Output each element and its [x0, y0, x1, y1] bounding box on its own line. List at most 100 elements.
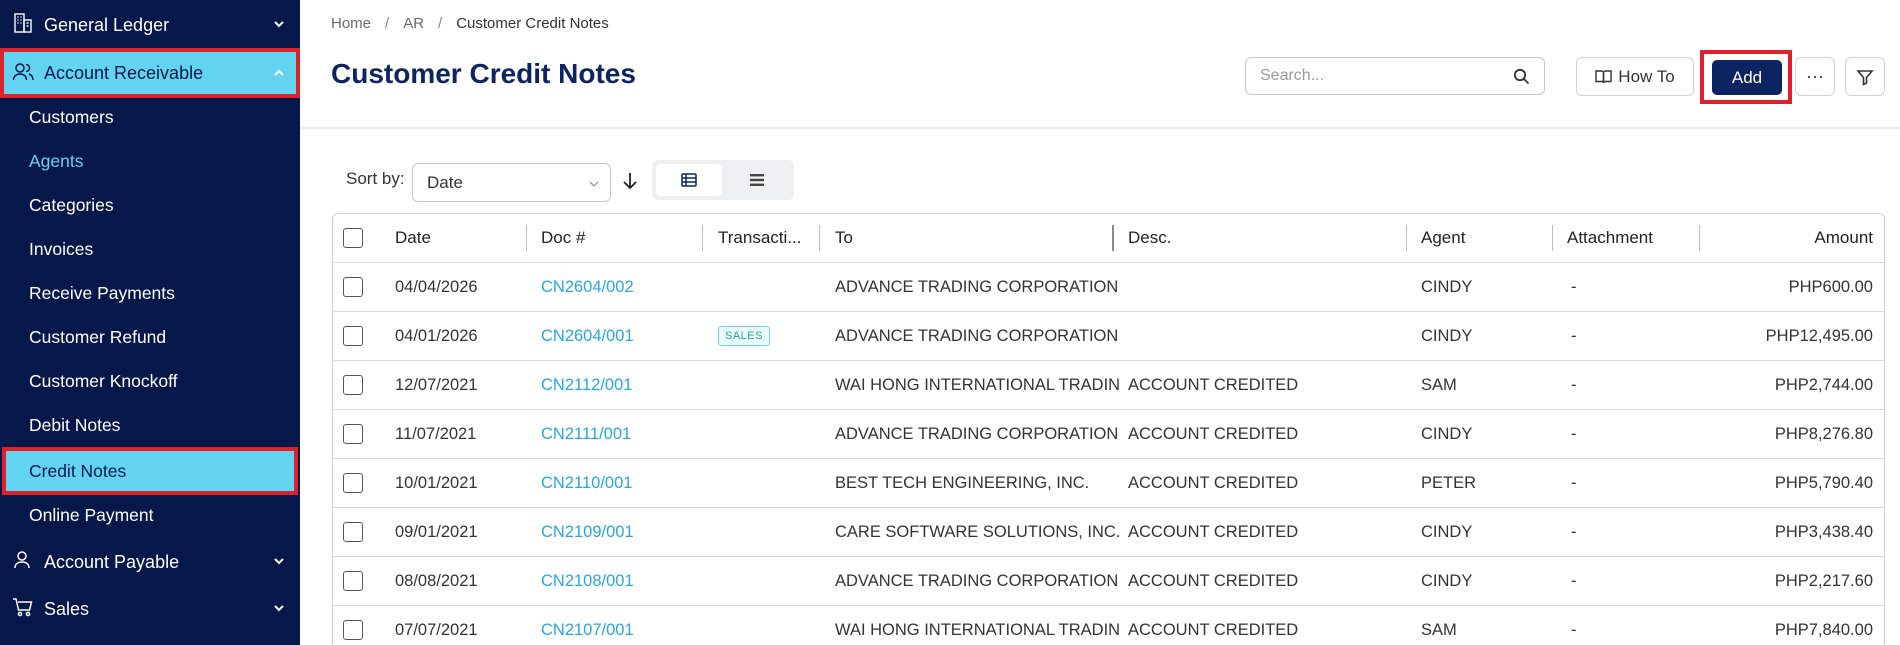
- column-divider[interactable]: [1552, 225, 1553, 251]
- header-divider: [300, 127, 1900, 129]
- row-checkbox[interactable]: [343, 424, 363, 444]
- row-checkbox[interactable]: [343, 571, 363, 591]
- row-checkbox[interactable]: [343, 620, 363, 640]
- sidebar-item-agents[interactable]: Agents: [0, 139, 300, 183]
- cell-transaction: [718, 410, 818, 458]
- column-divider[interactable]: [702, 225, 703, 251]
- sidebar-group-account-payable[interactable]: Account Payable: [0, 539, 300, 585]
- cell-date: 10/01/2021: [395, 473, 478, 492]
- select-all-checkbox[interactable]: [343, 228, 363, 248]
- list-view-button[interactable]: [724, 164, 790, 196]
- sidebar-group-sales[interactable]: Sales: [0, 586, 300, 632]
- column-header-date[interactable]: Date: [395, 214, 515, 262]
- column-header-desc[interactable]: Desc.: [1128, 214, 1398, 262]
- cell-doc-link[interactable]: CN2604/002: [541, 263, 701, 311]
- cell-agent: SAM: [1421, 620, 1457, 639]
- sidebar-item-credit-notes[interactable]: Credit Notes: [2, 447, 298, 495]
- chevron-down-icon: [274, 558, 284, 565]
- cell-date: 09/01/2021: [395, 522, 478, 541]
- cell-desc: ACCOUNT CREDITED: [1128, 375, 1299, 394]
- row-checkbox[interactable]: [343, 326, 363, 346]
- cell-doc-link[interactable]: CN2110/001: [541, 459, 701, 507]
- sidebar-item-invoices[interactable]: Invoices: [0, 227, 300, 271]
- table-row[interactable]: 07/07/2021 CN2107/001 WAI HONG INTERNATI…: [333, 606, 1884, 645]
- table-view-button[interactable]: [656, 164, 722, 196]
- cell-transaction: [718, 263, 818, 311]
- filter-button[interactable]: [1845, 57, 1885, 96]
- breadcrumb: Home / AR / Customer Credit Notes: [331, 15, 609, 32]
- table-row[interactable]: 10/01/2021 CN2110/001 BEST TECH ENGINEER…: [333, 459, 1884, 508]
- cell-doc-link[interactable]: CN2108/001: [541, 557, 701, 605]
- book-icon: [1595, 70, 1612, 84]
- chevron-down-icon: [274, 21, 284, 28]
- column-header-agent[interactable]: Agent: [1421, 214, 1541, 262]
- column-divider[interactable]: [1112, 225, 1114, 251]
- cell-doc-link[interactable]: CN2111/001: [541, 410, 701, 458]
- sort-select[interactable]: Date: [412, 163, 611, 202]
- breadcrumb-home[interactable]: Home: [331, 15, 371, 32]
- cell-doc-link[interactable]: CN2109/001: [541, 508, 701, 556]
- sidebar-item-categories[interactable]: Categories: [0, 183, 300, 227]
- sidebar-item-customer-knockoff[interactable]: Customer Knockoff: [0, 359, 300, 403]
- sidebar-item-customers[interactable]: Customers: [0, 95, 300, 139]
- arrow-down-icon[interactable]: [621, 171, 639, 191]
- search-icon[interactable]: [1513, 68, 1530, 85]
- cell-agent: SAM: [1421, 375, 1457, 394]
- column-divider[interactable]: [819, 225, 820, 251]
- cell-attachment: -: [1571, 473, 1577, 492]
- view-toggle: [652, 160, 794, 200]
- chevron-down-icon: [274, 605, 284, 612]
- sidebar-group-general-ledger[interactable]: General Ledger: [0, 2, 300, 48]
- user-icon: [14, 551, 30, 569]
- add-button-highlight: Add: [1700, 50, 1792, 104]
- cell-to: ADVANCE TRADING CORPORATION: [835, 326, 1119, 345]
- table-row[interactable]: 04/04/2026 CN2604/002 ADVANCE TRADING CO…: [333, 263, 1884, 312]
- table-row[interactable]: 09/01/2021 CN2109/001 CARE SOFTWARE SOLU…: [333, 508, 1884, 557]
- column-header-transaction[interactable]: Transacti...: [718, 214, 813, 262]
- cell-date: 04/01/2026: [395, 326, 478, 345]
- sidebar-item-receive-payments[interactable]: Receive Payments: [0, 271, 300, 315]
- cell-agent: CINDY: [1421, 277, 1473, 296]
- column-divider[interactable]: [526, 225, 527, 251]
- cell-desc: [1128, 312, 1398, 360]
- table-row[interactable]: 12/07/2021 CN2112/001 WAI HONG INTERNATI…: [333, 361, 1884, 410]
- cell-desc: ACCOUNT CREDITED: [1128, 473, 1299, 492]
- table-header: Date Doc # Transacti... To Desc. Agent A…: [333, 214, 1884, 263]
- table-row[interactable]: 08/08/2021 CN2108/001 ADVANCE TRADING CO…: [333, 557, 1884, 606]
- column-header-doc[interactable]: Doc #: [541, 214, 691, 262]
- table-view-icon: [681, 173, 697, 187]
- row-checkbox[interactable]: [343, 277, 363, 297]
- column-divider[interactable]: [1406, 225, 1407, 251]
- search-input[interactable]: [1246, 58, 1496, 94]
- table-row[interactable]: 11/07/2021 CN2111/001 ADVANCE TRADING CO…: [333, 410, 1884, 459]
- sidebar-item-customer-refund[interactable]: Customer Refund: [0, 315, 300, 359]
- sidebar-item-debit-notes[interactable]: Debit Notes: [0, 403, 300, 447]
- table-row[interactable]: 04/01/2026 CN2604/001 SALES ADVANCE TRAD…: [333, 312, 1884, 361]
- breadcrumb-ar[interactable]: AR: [403, 15, 424, 32]
- cell-to: CARE SOFTWARE SOLUTIONS, INC.: [835, 522, 1120, 541]
- credit-notes-table: Date Doc # Transacti... To Desc. Agent A…: [332, 213, 1885, 645]
- cell-attachment: -: [1571, 375, 1577, 394]
- sidebar-item-online-payment[interactable]: Online Payment: [0, 493, 300, 537]
- cell-attachment: -: [1571, 620, 1577, 639]
- row-checkbox[interactable]: [343, 522, 363, 542]
- cell-date: 11/07/2021: [395, 424, 477, 443]
- more-options-button[interactable]: ···: [1795, 57, 1835, 96]
- column-divider[interactable]: [1699, 225, 1700, 251]
- sidebar-group-account-receivable[interactable]: Account Receivable: [0, 48, 300, 98]
- cell-desc: ACCOUNT CREDITED: [1128, 424, 1299, 443]
- cell-agent: PETER: [1421, 473, 1477, 492]
- add-button[interactable]: Add: [1712, 60, 1782, 95]
- column-header-amount[interactable]: Amount: [1713, 214, 1873, 262]
- users-icon: [12, 63, 34, 81]
- cell-doc-link[interactable]: CN2604/001: [541, 312, 701, 360]
- column-header-to[interactable]: To: [835, 214, 1115, 262]
- cell-to: WAI HONG INTERNATIONAL TRADING: [835, 620, 1120, 639]
- cell-date: 08/08/2021: [395, 571, 478, 590]
- cell-doc-link[interactable]: CN2112/001: [541, 361, 701, 409]
- row-checkbox[interactable]: [343, 375, 363, 395]
- cell-doc-link[interactable]: CN2107/001: [541, 606, 701, 645]
- row-checkbox[interactable]: [343, 473, 363, 493]
- column-header-attachment[interactable]: Attachment: [1567, 214, 1697, 262]
- how-to-button[interactable]: How To: [1576, 57, 1694, 96]
